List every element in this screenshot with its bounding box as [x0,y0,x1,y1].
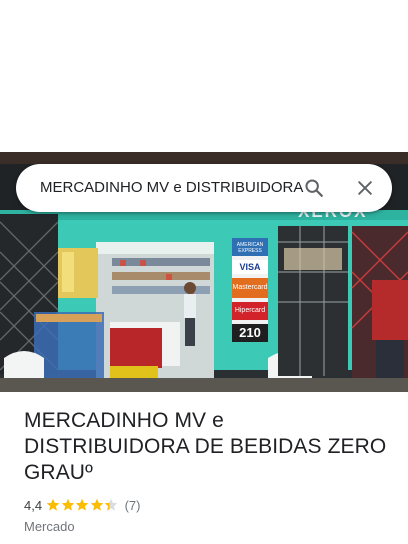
place-info-panel: MERCADINHO MV e DISTRIBUIDORA DE BEBIDAS… [24,408,394,536]
star-icon [46,498,60,511]
search-input[interactable]: MERCADINHO MV e DISTRIBUIDORA [40,164,304,212]
star-icon [90,498,103,511]
search-icon [305,179,323,197]
rating-row[interactable]: 4,4 (7) [24,496,394,514]
place-category: Mercado [24,519,75,534]
close-button[interactable] [341,164,389,212]
rating-stars [46,498,119,512]
sign-mastercard: Mastercard [232,284,268,291]
sign-hipercard: Hipercard [234,307,266,314]
search-bar[interactable]: MERCADINHO MV e DISTRIBUIDORA [16,164,392,212]
review-count[interactable]: (7) [125,498,141,513]
sign-number: 210 [239,325,261,340]
star-icon [104,498,118,511]
sign-american-express: AMERICAN EXPRESS [236,242,264,254]
close-icon [358,181,372,195]
search-button[interactable] [290,164,338,212]
map-blank-area [0,0,408,152]
star-icon [75,498,89,511]
sign-visa: VISA [239,262,261,272]
star-icon [61,498,74,511]
rating-value: 4,4 [24,497,43,513]
place-title: MERCADINHO MV e DISTRIBUIDORA DE BEBIDAS… [24,409,387,484]
